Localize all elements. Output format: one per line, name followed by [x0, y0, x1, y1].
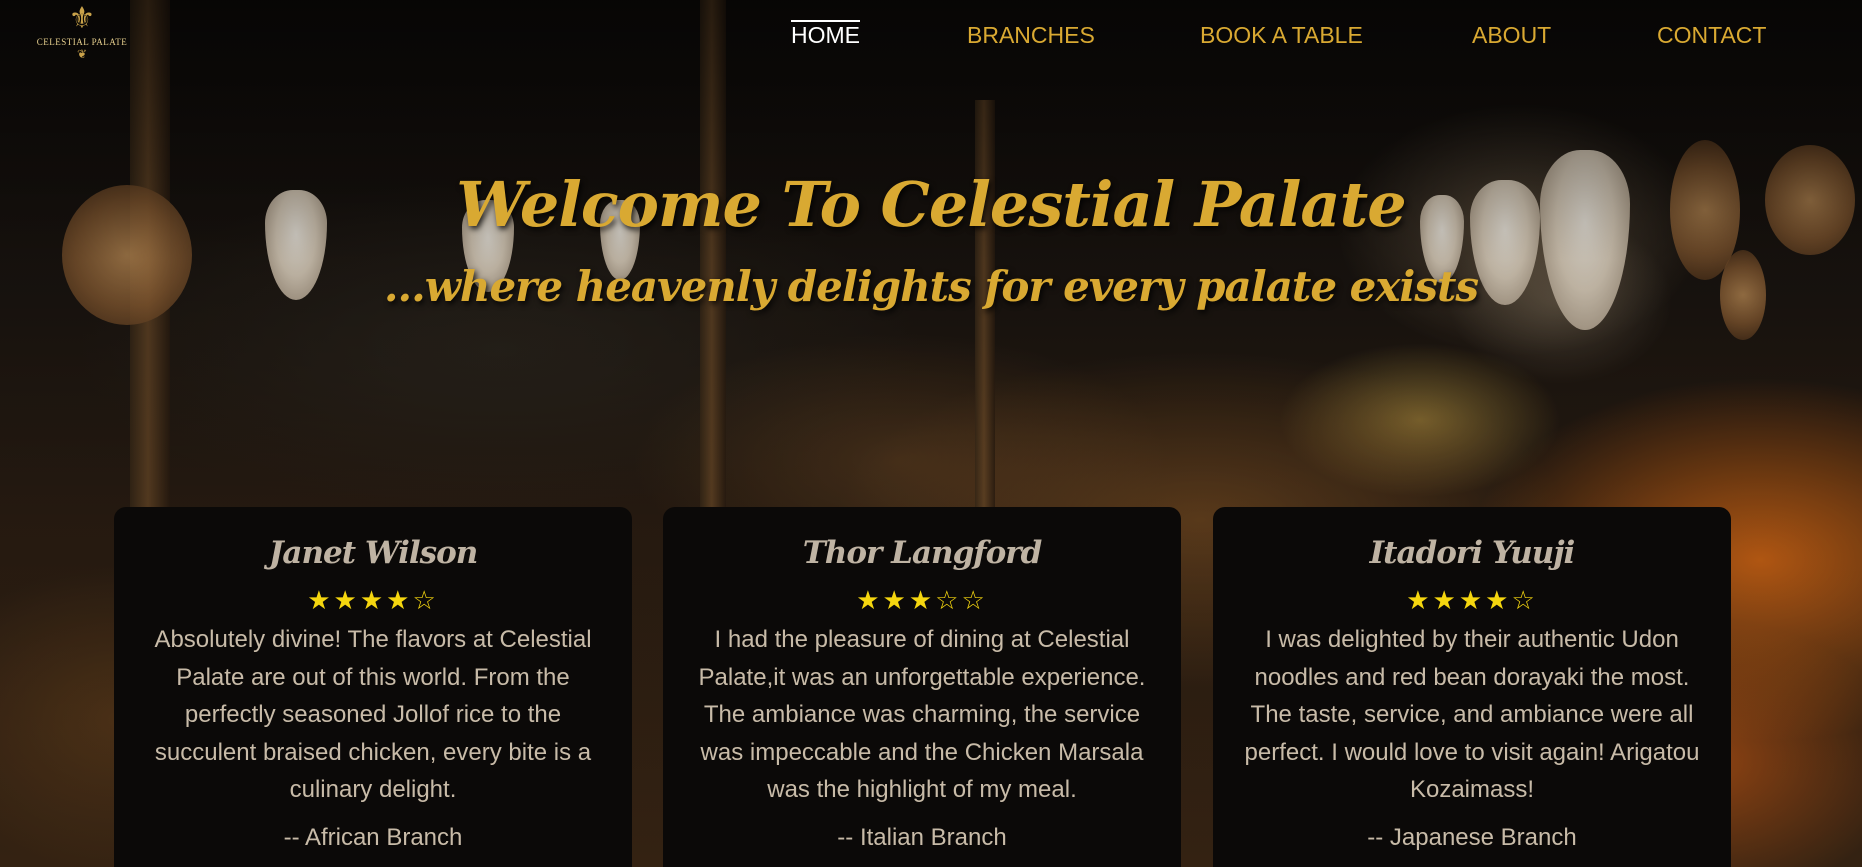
star-rating-icon: ★★★★☆	[1406, 585, 1538, 615]
review-text: I was delighted by their authentic Udon …	[1244, 626, 1700, 803]
review-text: I had the pleasure of dining at Celestia…	[698, 626, 1146, 803]
hero-subtitle: ...where heavenly delights for every pal…	[383, 262, 1479, 311]
review-card: Itadori Yuuji ★★★★☆ I was delighted by t…	[1213, 507, 1731, 867]
review-branch: -- Japanese Branch	[1367, 823, 1577, 851]
review-branch: -- African Branch	[283, 823, 463, 851]
star-rating-icon: ★★★☆☆	[856, 585, 988, 615]
hero-title: Welcome To Celestial Palate	[456, 168, 1406, 241]
logo-crest-icon: ⚜	[68, 1, 96, 36]
reviewer-name: Thor Langford	[802, 535, 1043, 571]
review-text: Absolutely divine! The flavors at Celest…	[154, 626, 592, 803]
reviewer-name: Itadori Yuuji	[1369, 535, 1576, 571]
review-card: Thor Langford ★★★☆☆ I had the pleasure o…	[663, 507, 1181, 867]
nav-book-a-table-link[interactable]: BOOK A TABLE	[1200, 22, 1363, 49]
nav-home-link[interactable]: HOME	[791, 20, 860, 49]
review-card: Janet Wilson ★★★★☆ Absolutely divine! Th…	[114, 507, 632, 867]
logo[interactable]: ⚜ CELESTIAL PALATE ❦	[34, 4, 130, 80]
nav-contact-link[interactable]: CONTACT	[1657, 22, 1766, 49]
star-rating-icon: ★★★★☆	[307, 585, 439, 615]
logo-ornament-icon: ❦	[76, 47, 88, 61]
main-nav: HOME BRANCHES BOOK A TABLE ABOUT CONTACT	[760, 20, 1862, 58]
reviewer-name: Janet Wilson	[268, 535, 479, 571]
nav-branches-link[interactable]: BRANCHES	[967, 22, 1095, 49]
logo-text: CELESTIAL PALATE	[36, 37, 128, 47]
nav-about-link[interactable]: ABOUT	[1472, 22, 1551, 49]
review-branch: -- Italian Branch	[837, 823, 1007, 851]
page: ⚜ CELESTIAL PALATE ❦ HOME BRANCHES BOOK …	[0, 0, 1862, 867]
